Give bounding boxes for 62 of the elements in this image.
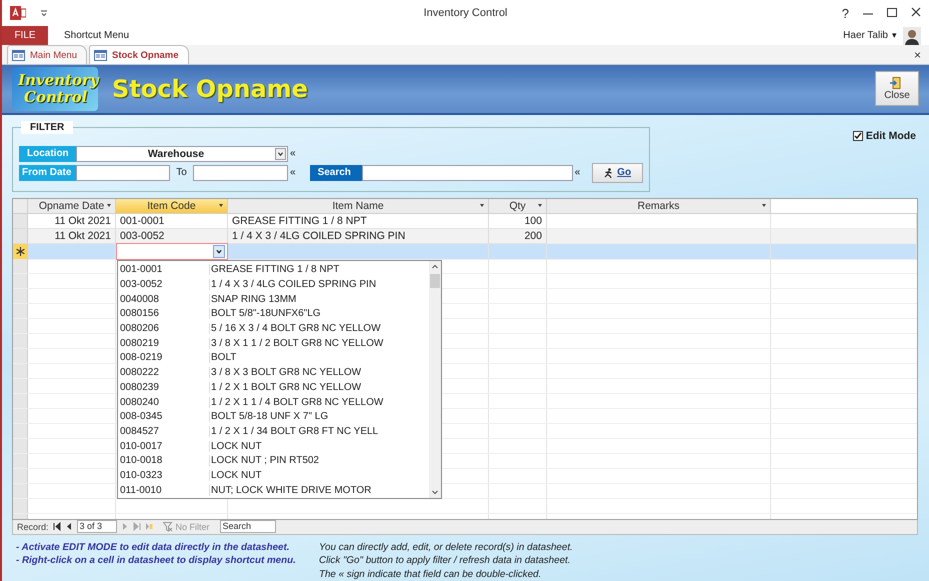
- record-position-field[interactable]: 3 of 3: [76, 520, 117, 533]
- datasheet-search-field[interactable]: Search: [220, 520, 276, 533]
- help-button[interactable]: ?: [842, 6, 849, 21]
- item-code-combobox[interactable]: [116, 242, 228, 260]
- go-button[interactable]: Go: [592, 162, 644, 182]
- instruction-note: - Right-click on a cell in datasheet to display shortcut menu.: [16, 554, 297, 568]
- search-field[interactable]: [362, 164, 573, 180]
- filter-icon: [162, 522, 173, 532]
- double-click-marker: «: [290, 148, 296, 159]
- column-header[interactable]: Qty: [489, 198, 547, 214]
- close-tab-button[interactable]: ×: [906, 48, 929, 62]
- location-dropdown[interactable]: Warehouse: [76, 146, 288, 162]
- form-icon: [12, 50, 25, 61]
- instruction-note: - Activate EDIT MODE to edit data directly in the datasheet.: [16, 540, 290, 554]
- caret-icon: [213, 244, 225, 258]
- close-icon[interactable]: [911, 6, 921, 18]
- select-all-corner[interactable]: [13, 198, 28, 214]
- user-name[interactable]: Haer Talib ▾: [843, 30, 897, 42]
- form-icon: [94, 50, 107, 61]
- quick-access-icon[interactable]: [40, 9, 48, 18]
- first-record-icon[interactable]: [52, 522, 61, 531]
- window-title: Inventory Control: [424, 7, 508, 20]
- info-note: The « sign indicate that field can be double-clicked.: [319, 568, 542, 581]
- maximize-icon[interactable]: [887, 6, 897, 18]
- to-date-field[interactable]: [193, 164, 288, 180]
- new-record-nav-icon[interactable]: [144, 522, 153, 531]
- running-figure-icon: [604, 168, 614, 178]
- search-label: Search: [310, 164, 362, 180]
- form-title: Stock Opname: [112, 74, 308, 103]
- previous-record-icon[interactable]: [64, 522, 73, 531]
- record-label: Record:: [17, 522, 49, 532]
- new-record-row[interactable]: [13, 244, 917, 258]
- double-click-marker: «: [290, 167, 296, 178]
- edit-mode-checkbox[interactable]: [852, 130, 863, 140]
- info-note: Click "Go" button to apply filter / refresh data in datasheet.: [319, 554, 572, 568]
- document-tab[interactable]: Stock Opname: [89, 45, 189, 64]
- new-record-icon: [16, 246, 24, 256]
- last-record-icon[interactable]: [132, 522, 141, 531]
- column-header[interactable]: Opname Date: [28, 198, 116, 214]
- location-label: Location: [19, 146, 76, 162]
- edit-mode-label: Edit Mode: [866, 130, 916, 142]
- logo-text: Inventory: [18, 72, 98, 89]
- document-tab[interactable]: Main Menu: [7, 45, 87, 64]
- scrollbar[interactable]: [429, 260, 441, 498]
- close-button[interactable]: Close: [875, 71, 919, 106]
- caret-icon: [275, 148, 286, 160]
- checkmark-icon: [854, 132, 862, 140]
- from-date-field[interactable]: [76, 164, 170, 180]
- logo-text: Control: [24, 88, 88, 106]
- avatar-icon[interactable]: [903, 27, 921, 46]
- column-header[interactable]: Item Code: [116, 198, 228, 214]
- column-header[interactable]: Item Name: [228, 198, 489, 214]
- app-icon[interactable]: [10, 6, 26, 20]
- filter-title: FILTER: [21, 120, 74, 134]
- to-label: To: [175, 167, 188, 178]
- double-click-marker: «: [574, 167, 580, 178]
- column-header[interactable]: Remarks: [547, 198, 771, 214]
- info-note: You can directly add, edit, or delete record(s) in datasheet.: [319, 540, 574, 554]
- file-tab[interactable]: FILE: [2, 26, 48, 46]
- ribbon-tab[interactable]: Shortcut Menu: [48, 26, 146, 46]
- next-record-icon[interactable]: [120, 522, 129, 531]
- from-date-label: From Date: [19, 164, 76, 180]
